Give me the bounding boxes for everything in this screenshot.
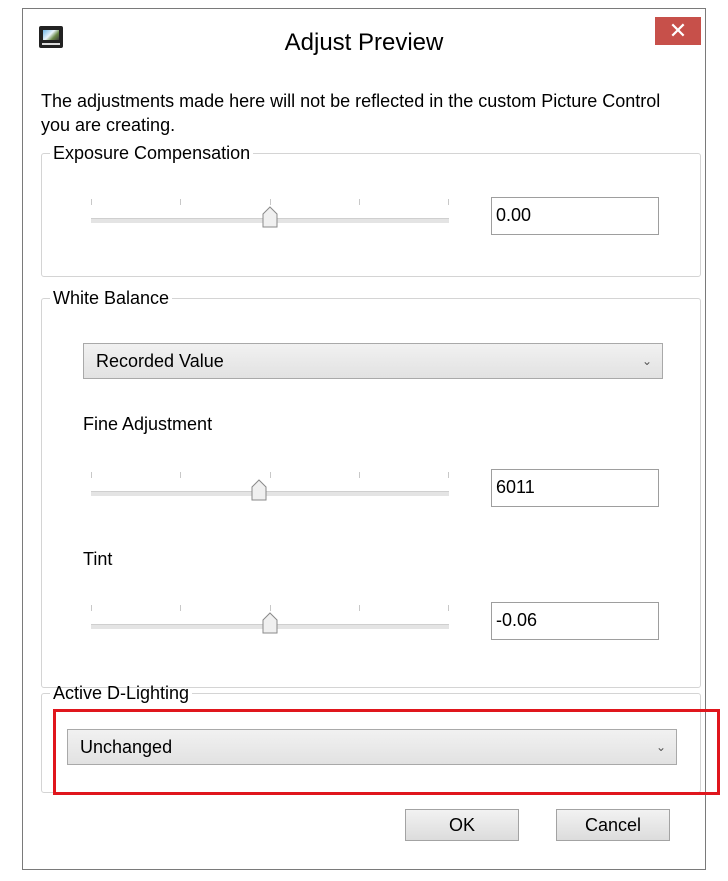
highlight-box <box>53 709 720 795</box>
white-balance-dropdown[interactable]: Recorded Value ⌄ <box>83 343 663 379</box>
exposure-value-field[interactable]: 0.00 <box>491 197 659 235</box>
dialog-title: Adjust Preview <box>284 29 444 56</box>
slider-ticks <box>91 472 449 478</box>
slider-thumb[interactable] <box>262 612 278 634</box>
chevron-down-icon: ⌄ <box>641 354 652 368</box>
cancel-button[interactable]: Cancel <box>556 809 670 841</box>
tint-label: Tint <box>83 549 113 569</box>
slider-ticks <box>91 605 449 611</box>
slider-thumb[interactable] <box>251 479 267 501</box>
tint-value-field[interactable]: -0.06 <box>491 602 659 640</box>
slider-thumb[interactable] <box>262 206 278 228</box>
white-balance-legend: White Balance <box>53 288 170 308</box>
fine-adjustment-slider[interactable] <box>91 464 449 504</box>
tint-slider[interactable] <box>91 597 449 637</box>
slider-ticks <box>91 199 449 205</box>
notice-text: The adjustments made here will not be re… <box>41 91 661 135</box>
active-d-lighting-legend: Active D-Lighting <box>53 683 190 703</box>
white-balance-selected: Recorded Value <box>96 351 224 371</box>
exposure-compensation-legend: Exposure Compensation <box>53 143 251 163</box>
slider-track <box>91 491 449 496</box>
title-bar[interactable]: Adjust Preview ✕ <box>23 9 705 67</box>
exposure-slider[interactable] <box>91 191 449 231</box>
adjust-preview-dialog: Adjust Preview ✕ The adjustments made he… <box>22 8 720 870</box>
fine-adjustment-value-field[interactable]: 6011 <box>491 469 659 507</box>
ok-button[interactable]: OK <box>405 809 519 841</box>
fine-adjustment-label: Fine Adjustment <box>83 414 213 434</box>
close-button[interactable]: ✕ <box>655 17 701 45</box>
